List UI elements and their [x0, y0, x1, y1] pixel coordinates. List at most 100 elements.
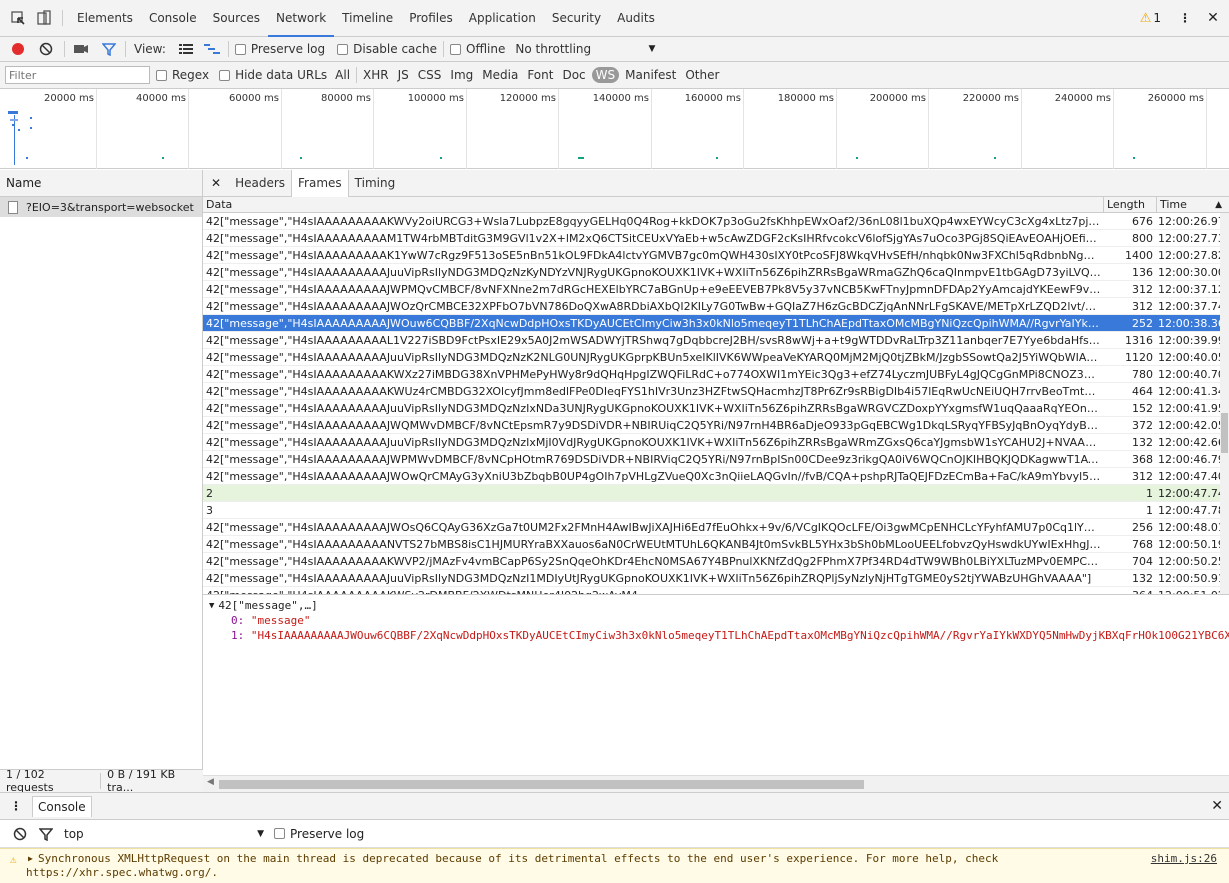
frame-row[interactable]: 42["message","H4sIAAAAAAAAAL1V227iSBD9Fc… [203, 332, 1229, 349]
scroll-left-icon[interactable]: ◀ [207, 777, 214, 787]
horizontal-scrollbar[interactable]: ◀ [203, 775, 1229, 792]
tab-console[interactable]: Console [141, 0, 205, 37]
clear-console-icon[interactable] [10, 824, 30, 844]
console-preserve-log-box[interactable] [274, 828, 285, 839]
frame-length: 464 [1132, 385, 1153, 398]
frame-row[interactable]: 42["message","H4sIAAAAAAAAAJWPMQvCMBCF/8… [203, 281, 1229, 298]
warning-source-link[interactable]: shim.js:26 [1151, 852, 1217, 865]
frame-row[interactable]: 42["message","H4sIAAAAAAAAAM1TW4rbMBTdit… [203, 230, 1229, 247]
frame-row[interactable]: 42["message","H4sIAAAAAAAAAJuuVipRsIlyND… [203, 264, 1229, 281]
kebab-menu-icon[interactable]: ⋮ [1175, 8, 1195, 28]
frame-detail-summary[interactable]: ▼ 42["message",…] [203, 595, 1229, 612]
frame-row[interactable]: 2 1 12:00:47.741 [203, 485, 1229, 502]
frames-scrollbar-thumb[interactable] [1221, 413, 1228, 453]
frame-row[interactable]: 3 1 12:00:47.783 [203, 502, 1229, 519]
tab-profiles[interactable]: Profiles [401, 0, 461, 37]
frame-time: 12:00:37.126 [1158, 283, 1229, 296]
regex-box[interactable] [156, 69, 167, 81]
type-filter-img[interactable]: Img [450, 68, 473, 82]
tab-network[interactable]: Network [268, 0, 335, 37]
disable-cache-checkbox[interactable]: Disable cache [337, 42, 437, 56]
drawer-menu-icon[interactable]: ⋮ [0, 799, 32, 813]
type-filter-xhr[interactable]: XHR [363, 68, 389, 82]
tab-application[interactable]: Application [461, 0, 544, 37]
frame-data: 42["message","H4sIAAAAAAAAAKWSy2rDMBBF/2… [206, 587, 1101, 594]
record-icon[interactable] [8, 39, 28, 59]
type-filter-manifest[interactable]: Manifest [625, 68, 676, 82]
frame-row[interactable]: 42["message","H4sIAAAAAAAAAJuuVipRsIlyND… [203, 400, 1229, 417]
close-devtools-icon[interactable]: ✕ [1203, 8, 1223, 28]
col-length-header[interactable]: Length [1103, 197, 1155, 213]
offline-box[interactable] [450, 43, 461, 55]
type-filter-other[interactable]: Other [685, 68, 719, 82]
type-filter-doc[interactable]: Doc [562, 68, 585, 82]
type-filter-ws[interactable]: WS [591, 67, 620, 83]
close-detail-icon[interactable]: ✕ [203, 176, 229, 190]
console-preserve-log-checkbox[interactable]: Preserve log [274, 827, 364, 841]
frame-row[interactable]: 42["message","H4sIAAAAAAAAAKWUz4rCMBDG32… [203, 383, 1229, 400]
frame-row[interactable]: 42["message","H4sIAAAAAAAAAJWOsQ6CQAyG36… [203, 519, 1229, 536]
frame-row[interactable]: 42["message","H4sIAAAAAAAAAJWPMWvDMBCF/8… [203, 451, 1229, 468]
frame-row[interactable]: 42["message","H4sIAAAAAAAAAJWOwQrCMAyG3y… [203, 468, 1229, 485]
frame-data: 42["message","H4sIAAAAAAAAAKWXz27iMBDG38… [206, 368, 1101, 381]
frame-row[interactable]: 42["message","H4sIAAAAAAAAAJWQMWvDMBCF/8… [203, 417, 1229, 434]
type-filter-font[interactable]: Font [527, 68, 553, 82]
disable-cache-box[interactable] [337, 43, 349, 55]
throttling-select[interactable]: No throttling ▼ [515, 42, 655, 56]
screenshot-camera-icon[interactable] [71, 39, 91, 59]
frame-row[interactable]: 42["message","H4sIAAAAAAAAANVTS27bMBS8is… [203, 536, 1229, 553]
tab-timing[interactable]: Timing [349, 170, 402, 197]
waterfall-overview-icon[interactable] [202, 39, 222, 59]
frame-row[interactable]: 42["message","H4sIAAAAAAAAAKWVP2/jMAzFv4… [203, 553, 1229, 570]
frame-row[interactable]: 42["message","H4sIAAAAAAAAAKWVy2oiURCG3+… [203, 213, 1229, 230]
col-time-header[interactable]: Time ▲ [1156, 197, 1226, 213]
tab-headers[interactable]: Headers [229, 170, 291, 197]
warning-text-line2[interactable]: https://xhr.spec.whatwg.org/. [26, 866, 218, 879]
console-filter-icon[interactable] [36, 824, 56, 844]
frame-row[interactable]: 42["message","H4sIAAAAAAAAAJWOuw6CQBBF/2… [203, 315, 1229, 332]
expand-triangle-icon[interactable]: ▼ [209, 601, 214, 611]
name-column-header[interactable]: Name [0, 170, 202, 197]
frame-row[interactable]: 42["message","H4sIAAAAAAAAAJuuVipRsIlyND… [203, 570, 1229, 587]
filter-icon[interactable] [99, 39, 119, 59]
close-drawer-icon[interactable]: ✕ [1205, 798, 1229, 814]
offline-checkbox[interactable]: Offline [450, 42, 505, 56]
tab-frames[interactable]: Frames [291, 169, 349, 197]
context-select[interactable]: top ▼ [64, 827, 264, 841]
tab-sources[interactable]: Sources [205, 0, 268, 37]
large-rows-icon[interactable] [176, 39, 196, 59]
hide-data-urls-box[interactable] [219, 69, 231, 81]
tab-security[interactable]: Security [544, 0, 609, 37]
frame-row[interactable]: 42["message","H4sIAAAAAAAAAJuuVipRsIlyND… [203, 434, 1229, 451]
type-filter-all[interactable]: All [335, 68, 350, 82]
device-mode-icon[interactable] [34, 8, 54, 28]
preserve-log-box[interactable] [234, 43, 246, 55]
col-data-header[interactable]: Data [206, 197, 232, 213]
type-filter-media[interactable]: Media [482, 68, 518, 82]
tab-elements[interactable]: Elements [69, 0, 141, 37]
frame-row[interactable]: 42["message","H4sIAAAAAAAAAKWSy2rDMBBF/2… [203, 587, 1229, 594]
type-filter-js[interactable]: JS [398, 68, 409, 82]
frame-time: 12:00:47.741 [1158, 487, 1229, 500]
type-filter-css[interactable]: CSS [418, 68, 442, 82]
frame-row[interactable]: 42["message","H4sIAAAAAAAAAJWOzQrCMBCE32… [203, 298, 1229, 315]
network-overview-timeline[interactable]: 20000 ms 40000 ms 60000 ms 80000 ms 1000… [0, 89, 1229, 169]
drawer-tab-console[interactable]: Console [32, 795, 92, 817]
tab-audits[interactable]: Audits [609, 0, 663, 37]
horizontal-scrollbar-thumb[interactable] [219, 780, 864, 789]
frame-row[interactable]: 42["message","H4sIAAAAAAAAAKWXz27iMBDG38… [203, 366, 1229, 383]
tab-timeline[interactable]: Timeline [334, 0, 401, 37]
inspect-element-icon[interactable] [8, 8, 28, 28]
preserve-log-checkbox[interactable]: Preserve log [234, 42, 325, 56]
frame-row[interactable]: 42["message","H4sIAAAAAAAAAJuuVipRsIlyND… [203, 349, 1229, 366]
warning-counter[interactable]: ⚠ 1 [1140, 11, 1161, 26]
frame-row[interactable]: 42["message","H4sIAAAAAAAAAK1YwW7cRgz9F5… [203, 247, 1229, 264]
request-row-websocket[interactable]: ?EIO=3&transport=websocket [0, 197, 202, 217]
filter-input[interactable] [5, 66, 150, 84]
hide-data-urls-checkbox[interactable]: Hide data URLs [219, 68, 327, 82]
regex-checkbox[interactable]: Regex [156, 68, 209, 82]
filter-bar: Regex Hide data URLs All XHR JS CSS Img … [0, 62, 1229, 89]
clear-icon[interactable] [36, 39, 56, 59]
frames-scrollbar[interactable] [1220, 213, 1229, 594]
expand-warning-icon[interactable]: ▶ [28, 854, 33, 863]
